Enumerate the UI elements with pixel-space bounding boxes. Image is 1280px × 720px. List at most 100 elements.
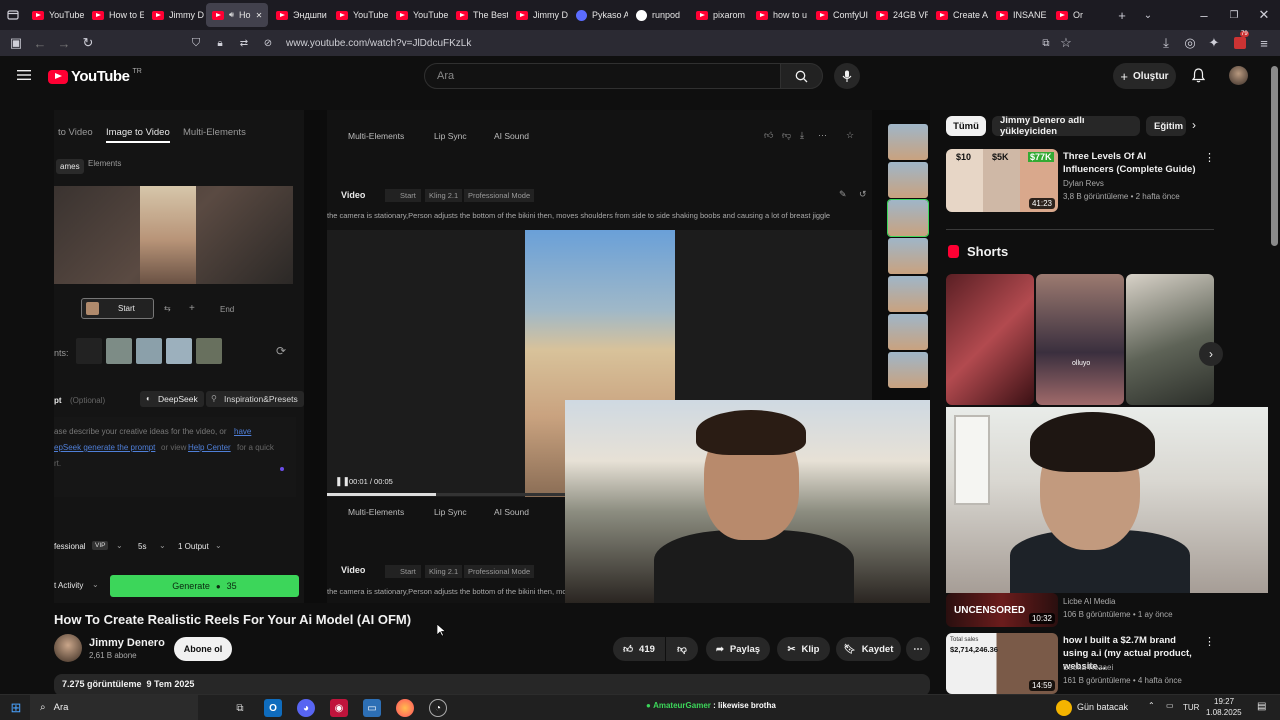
short-thumbnail[interactable] [946,274,1034,405]
more-vertical-icon[interactable]: ⋮ [1204,151,1215,164]
obs-icon[interactable]: ◔ [429,699,447,717]
rec-channel[interactable]: Seena Rezaei [1063,663,1113,672]
shield-icon[interactable]: ⛉ [184,31,208,55]
browser-tab[interactable]: Jimmy D [510,0,568,30]
sidebar-toggle-icon[interactable]: ▣ [4,31,28,55]
extension-badge-icon[interactable]: 79 [1228,31,1252,55]
plus-icon: + [1120,68,1129,84]
thumbs-down-icon: 👎︎ [677,644,687,655]
url-bar[interactable]: www.youtube.com/watch?v=JlDdcuFKzLk [286,38,471,49]
short-thumbnail[interactable]: olluyo [1036,274,1124,405]
search-button[interactable] [780,63,823,89]
reload-icon[interactable]: ↻ [76,31,100,55]
rec-channel[interactable]: Licbe AI Media [1063,597,1115,606]
dislike-button[interactable]: 👎︎ [666,637,698,661]
chip-from-uploader[interactable]: Jimmy Denero adlı yükleyiciden [992,115,1140,137]
channel-name[interactable]: Jimmy Denero [89,637,165,649]
chip-education[interactable]: Eğitim [1146,116,1186,136]
user-avatar[interactable] [1229,66,1248,85]
notifications-bell-icon[interactable] [1192,68,1205,83]
save-button[interactable]: 🔖︎ Kaydet [836,637,901,661]
youtube-icon [696,10,708,20]
outlook-icon[interactable]: O [264,699,282,717]
browser-tab-label: Ho [239,10,251,20]
notification-center-icon[interactable]: ▤ [1257,701,1266,712]
weather-text[interactable]: Gün batacak [1077,702,1128,712]
forward-icon[interactable]: → [52,31,76,55]
hamburger-menu-icon[interactable] [17,69,31,81]
speaker-icon[interactable]: 🔊︎ [229,10,234,20]
short-thumbnail[interactable] [1126,274,1214,405]
more-vertical-icon[interactable]: ⋮ [1204,635,1215,648]
video-player[interactable]: to Video Image to Video Multi-Elements a… [54,110,930,603]
create-button[interactable]: + Oluştur [1113,63,1176,89]
clock-time[interactable]: 19:27 [1214,697,1234,706]
rec-thumbnail[interactable]: UNCENSORED 10:32 [946,593,1058,627]
account-icon[interactable]: ◎ [1178,31,1202,55]
close-tab-icon[interactable]: ✕ [256,11,263,20]
tab-overflow-chevron-icon[interactable]: ⌄ [1136,3,1160,27]
browser-tab[interactable]: Or [1050,0,1094,30]
browser-tab[interactable]: 🔊︎ Ho ✕ [206,3,268,27]
downloads-icon[interactable]: ⤓ [1154,31,1178,55]
browser-tab[interactable]: The Best [450,0,508,30]
browser-tab[interactable]: 24GB VR [870,0,928,30]
bookmark-star-icon[interactable]: ☆ [1054,31,1078,55]
browser-tab[interactable]: INSANE [990,0,1048,30]
browser-tab[interactable]: Pykaso A [570,0,628,30]
browser-tab[interactable]: Эндшпи [270,0,328,30]
browser-tab[interactable]: YouTube [390,0,448,30]
tab-list-icon[interactable] [0,3,26,27]
window-close-button[interactable]: ✕ [1252,3,1276,27]
discord-icon[interactable]: ◕ [297,699,315,717]
multi-icon [1056,10,1068,20]
rec-thumbnail[interactable]: Total sales $2,714,246.36 14:59 [946,633,1058,694]
windows-start-icon[interactable]: ⊞ [7,699,25,717]
voice-search-button[interactable] [834,63,860,89]
window-maximize-button[interactable]: ❐ [1222,3,1246,27]
window-minimize-button[interactable]: – [1192,3,1216,27]
browser-tab[interactable]: pixarom [690,0,748,30]
browser-tab[interactable]: Jimmy D [146,0,204,30]
chips-next-chevron-icon[interactable]: › [1192,118,1196,132]
back-icon[interactable]: ← [28,31,52,55]
language-indicator[interactable]: TUR [1183,703,1199,712]
like-button[interactable]: 👍︎ 419 [613,637,665,661]
lock-icon[interactable]: 🔒︎ [208,31,232,55]
more-actions-button[interactable]: ⋯ [906,637,930,661]
new-tab-button[interactable]: + [1110,3,1134,27]
task-view-icon[interactable]: ⧉ [231,699,249,717]
taskbar-search[interactable]: ⌕ Ara [30,695,198,720]
rec-title[interactable]: Three Levels Of AI Influencers (Complete… [1063,150,1198,176]
page-scrollbar[interactable] [1268,56,1280,694]
clip-button[interactable]: ✂ Klip [777,637,830,661]
subscribe-button[interactable]: Abone ol [174,637,232,661]
browser-tab[interactable]: YouTube [26,0,84,30]
browser-tab[interactable]: ComfyUI [810,0,868,30]
browser-tab[interactable]: runpod [630,0,688,30]
browser-tab[interactable]: Create A [930,0,988,30]
share-button[interactable]: ➦ Paylaş [706,637,770,661]
browser-tab[interactable]: How to E [86,0,144,30]
permissions-icon[interactable]: ⇄ [232,31,256,55]
app-window-icon[interactable]: ▭ [363,699,381,717]
chip-all[interactable]: Tümü [946,116,986,136]
rec-channel[interactable]: Dylan Revs [1063,179,1104,188]
extensions-icon[interactable]: ✦ [1202,31,1226,55]
scrollbar-thumb[interactable] [1271,66,1278,246]
shorts-next-button[interactable]: › [1199,342,1223,366]
youtube-logo[interactable]: YouTube TR [48,68,142,85]
rec-thumbnail[interactable]: $10 $5K $77K 41:23 [946,149,1058,212]
network-icon[interactable]: ▭ [1166,701,1174,710]
search-input[interactable]: Ara [424,63,781,89]
clock-date[interactable]: 1.08.2025 [1206,708,1242,717]
tray-chevron-icon[interactable]: ⌃ [1148,701,1155,710]
browser-tab[interactable]: how to u [750,0,808,30]
description-box[interactable]: 7.275 görüntüleme 9 Tem 2025 [54,674,930,696]
channel-avatar[interactable] [54,634,82,662]
tracking-icon[interactable]: ⊘ [256,31,280,55]
browser-tab[interactable]: YouTube [330,0,388,30]
firefox-icon[interactable] [396,699,414,717]
menu-icon[interactable]: ≡ [1252,31,1276,55]
app-red-icon[interactable]: ◉ [330,699,348,717]
